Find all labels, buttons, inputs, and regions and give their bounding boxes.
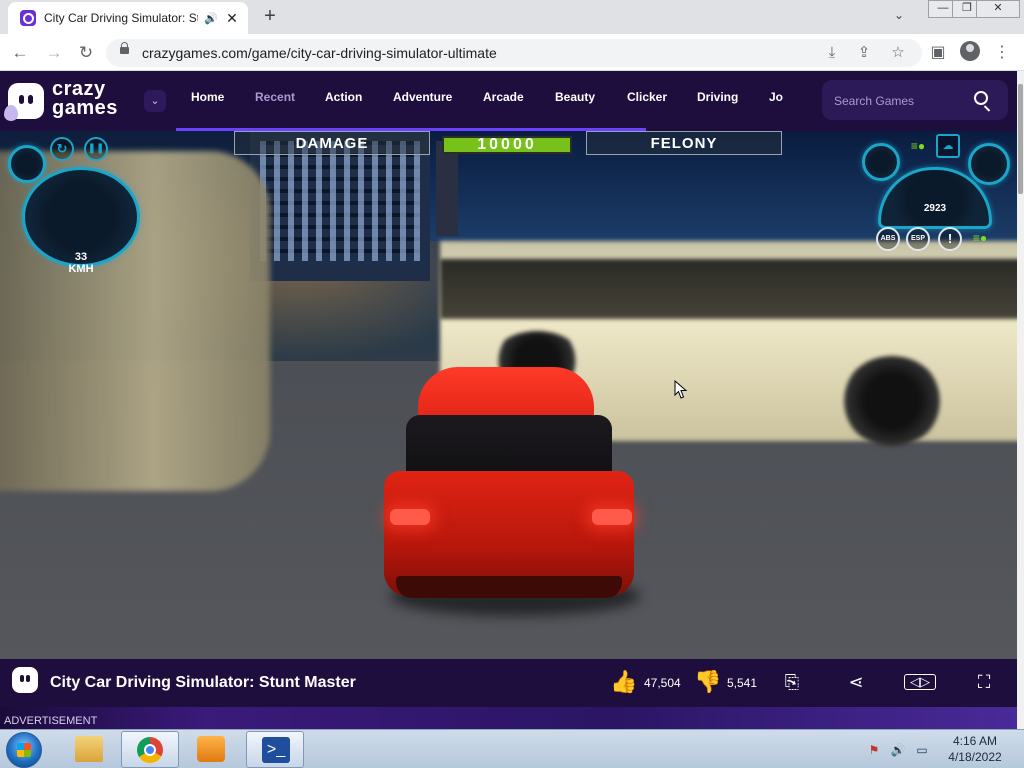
scrollbar-thumb[interactable] <box>1018 84 1023 194</box>
nav-arcade[interactable]: Arcade <box>483 90 524 104</box>
game-info-bar: City Car Driving Simulator: Stunt Master… <box>0 659 1024 707</box>
warning-button[interactable]: ! <box>938 227 962 251</box>
small-gauge-far-right <box>968 143 1010 185</box>
mouse-cursor-icon <box>674 380 688 399</box>
felony-panel: FELONY <box>586 131 782 155</box>
browser-tab[interactable]: City Car Driving Simulator: St 🔊 ✕ <box>8 2 248 34</box>
powershell-taskbar-button[interactable]: >_ <box>246 731 304 768</box>
side-panel-icon[interactable]: ▣ <box>926 41 950 65</box>
fullscreen-icon[interactable]: ⛶ <box>971 669 997 695</box>
nav-jobs[interactable]: Jo <box>769 90 783 104</box>
nav-recent[interactable]: Recent <box>255 90 295 104</box>
windows-taskbar: >_ ⚑ 🔊 ▭ 4:16 AM 4/18/2022 <box>0 729 1024 768</box>
esp-button[interactable]: ESP <box>906 227 930 251</box>
download-icon[interactable]: ⤓ <box>822 43 842 63</box>
game-canvas[interactable]: DAMAGE 10000 FELONY ↻ ❚❚ 33 KMH ≡● ☁ 292… <box>0 131 1017 659</box>
speaker-icon[interactable]: 🔊 <box>204 12 218 25</box>
crazygames-favicon-icon <box>20 10 36 26</box>
category-nav: Home Recent Action Adventure Arcade Beau… <box>176 71 806 131</box>
bus-wheel <box>842 356 942 446</box>
site-header: crazy games ⌄ Home Recent Action Adventu… <box>0 71 1024 131</box>
browser-tab-strip: City Car Driving Simulator: St 🔊 ✕ + ⌄ —… <box>0 0 1024 34</box>
reset-icon[interactable]: ↻ <box>50 137 74 161</box>
clock-date[interactable]: 4/18/2022 <box>940 750 1010 764</box>
search-input[interactable]: Search Games <box>834 94 914 108</box>
folder-icon <box>75 736 103 762</box>
car-bumper <box>396 576 622 598</box>
site-logo-text[interactable]: crazy games <box>52 79 118 118</box>
easter-egg-icon <box>4 105 18 121</box>
nav-adventure[interactable]: Adventure <box>393 90 452 104</box>
like-count: 47,504 <box>644 676 681 690</box>
lock-icon[interactable] <box>120 42 129 54</box>
media-player-taskbar-button[interactable] <box>182 731 240 768</box>
file-explorer-taskbar-button[interactable] <box>60 731 118 768</box>
profile-avatar-icon[interactable] <box>960 41 980 61</box>
advertisement-area[interactable]: ADVERTISEMENT <box>0 707 1024 729</box>
menu-kebab-icon[interactable]: ⋮ <box>990 41 1014 65</box>
game-title: City Car Driving Simulator: Stunt Master <box>50 674 356 691</box>
car-tail-light <box>592 509 632 525</box>
embed-icon[interactable]: ⎘ <box>779 669 805 695</box>
chevron-down-icon[interactable]: ⌄ <box>144 90 166 112</box>
powershell-icon: >_ <box>262 737 290 763</box>
search-icon[interactable] <box>974 91 988 105</box>
nav-action[interactable]: Action <box>325 90 362 104</box>
clock-time[interactable]: 4:16 AM <box>940 734 1010 748</box>
share-icon[interactable]: ⋖ <box>843 669 869 695</box>
score-display: 10000 <box>442 136 572 154</box>
speed-readout: 33 KMH <box>68 251 94 275</box>
start-button[interactable] <box>6 732 42 768</box>
back-arrow-icon[interactable]: ← <box>8 41 32 65</box>
nav-clicker[interactable]: Clicker <box>627 90 667 104</box>
nav-beauty[interactable]: Beauty <box>555 90 595 104</box>
tab-search-chevron-icon[interactable]: ⌄ <box>894 8 904 22</box>
browser-toolbar: ← → ↻ crazygames.com/game/city-car-drivi… <box>0 34 1024 71</box>
tab-title: City Car Driving Simulator: St <box>44 11 199 25</box>
close-window-button[interactable]: ✕ <box>976 0 1020 18</box>
new-tab-button[interactable]: + <box>258 5 282 29</box>
forward-arrow-icon[interactable]: → <box>42 41 66 65</box>
chrome-icon <box>137 737 163 763</box>
screen: City Car Driving Simulator: St 🔊 ✕ + ⌄ —… <box>0 0 1024 768</box>
pause-icon[interactable]: ❚❚ <box>84 137 108 161</box>
damage-panel: DAMAGE <box>234 131 430 155</box>
display-icon[interactable]: ▭ <box>914 742 930 758</box>
crazygames-logo-icon <box>12 667 38 693</box>
weather-icon[interactable]: ☁ <box>936 134 960 158</box>
reload-icon[interactable]: ↻ <box>74 41 98 65</box>
car-tail-light <box>390 509 430 525</box>
lights-icon[interactable]: ≡● <box>968 228 992 252</box>
url-text[interactable]: crazygames.com/game/city-car-driving-sim… <box>142 45 497 61</box>
tower-building <box>436 141 458 236</box>
thumbs-down-icon[interactable]: 👎 <box>694 669 721 695</box>
nav-home[interactable]: Home <box>191 90 224 104</box>
chrome-taskbar-button[interactable] <box>121 731 179 768</box>
bus-window-band <box>440 259 1017 319</box>
abs-button[interactable]: ABS <box>876 227 900 251</box>
address-bar[interactable]: crazygames.com/game/city-car-driving-sim… <box>106 39 922 67</box>
small-gauge-right <box>862 143 900 181</box>
nav-driving[interactable]: Driving <box>697 90 738 104</box>
tab-close-icon[interactable]: ✕ <box>224 10 240 27</box>
theater-mode-icon[interactable]: ◁▷ <box>904 674 936 690</box>
rpm-readout: 2923 <box>923 203 947 214</box>
search-box[interactable]: Search Games <box>822 80 1008 120</box>
share-icon[interactable]: ⇪ <box>854 43 874 63</box>
network-warning-icon[interactable]: ⚑ <box>866 742 882 758</box>
headlight-icon[interactable]: ≡● <box>906 136 930 160</box>
small-gauge-left <box>8 145 46 183</box>
advertisement-label: ADVERTISEMENT <box>4 715 98 727</box>
bookmark-star-icon[interactable]: ☆ <box>888 43 908 63</box>
volume-icon[interactable]: 🔊 <box>890 742 906 758</box>
dislike-count: 5,541 <box>727 676 758 690</box>
thumbs-up-icon[interactable]: 👍 <box>610 669 637 695</box>
media-player-icon <box>197 736 225 762</box>
